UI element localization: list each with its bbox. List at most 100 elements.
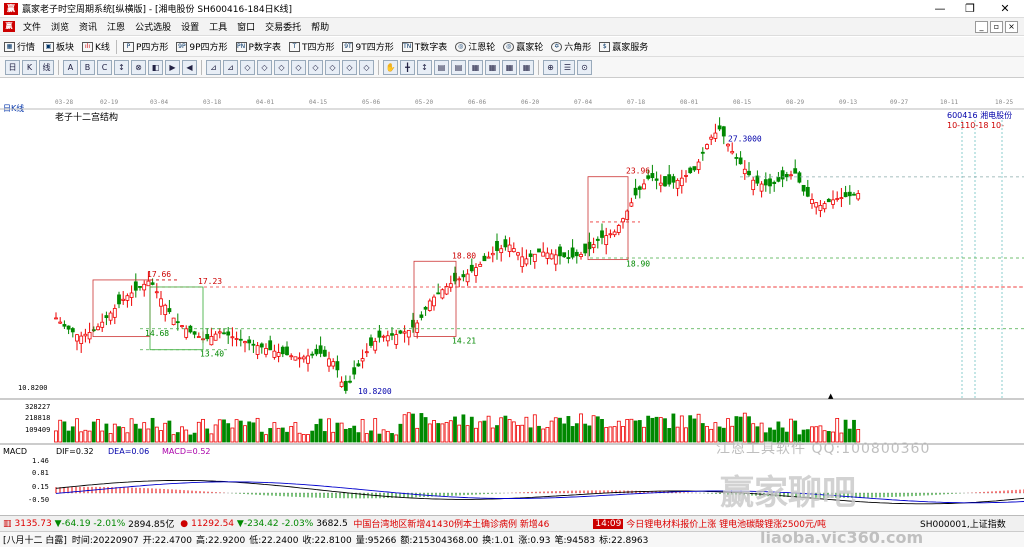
draw-tool-19-icon[interactable]: ◇ <box>342 59 357 75</box>
volume-bar <box>280 427 285 443</box>
draw-tool-16-icon[interactable]: ◇ <box>291 59 306 75</box>
volume-bar <box>411 413 415 443</box>
draw-tool-24-icon[interactable]: ▤ <box>434 59 449 75</box>
quotes-button[interactable]: ▦ 行情 <box>0 40 39 53</box>
volume-bar <box>608 426 613 443</box>
candle-body <box>318 345 323 354</box>
draw-tool-4-icon[interactable]: B <box>80 59 95 75</box>
draw-tool-26-icon[interactable]: ▦ <box>468 59 483 75</box>
draw-tool-10-icon[interactable]: ◀ <box>182 59 197 75</box>
candle-body <box>293 356 298 361</box>
quote-low: 低:22.2400 <box>249 536 299 546</box>
menu-help[interactable]: 帮助 <box>306 20 334 33</box>
level-label: 18.80 <box>452 251 476 260</box>
menu-window[interactable]: 窗口 <box>232 20 260 33</box>
draw-tool-9-icon[interactable]: ▶ <box>165 59 180 75</box>
draw-tool-30-icon[interactable]: ⊕ <box>543 59 558 75</box>
draw-tool-12-icon[interactable]: ⊿ <box>223 59 238 75</box>
volume-bar <box>507 419 512 443</box>
menu-formula[interactable]: 公式选股 <box>130 20 176 33</box>
index-selector[interactable]: SH000001,上证指数 <box>920 517 1006 530</box>
date-tick: 04-15 <box>309 99 328 106</box>
draw-tool-21-icon[interactable]: ✋ <box>383 59 398 75</box>
draw-tool-6-icon[interactable]: ↕ <box>114 59 129 75</box>
9p-square-button[interactable]: 9P 9P四方形 <box>172 40 231 53</box>
t-number-button[interactable]: TN T数字表 <box>398 40 452 53</box>
candle-body <box>457 278 462 281</box>
p-square-button[interactable]: P P四方形 <box>119 40 172 53</box>
menu-file[interactable]: 文件 <box>18 20 46 33</box>
candle-body <box>642 183 646 190</box>
draw-tool-0-icon[interactable]: 日 <box>5 59 20 75</box>
maximize-button[interactable]: ❐ <box>955 0 985 17</box>
candle-body <box>230 336 235 339</box>
9p-square-label: 9P四方形 <box>189 43 228 53</box>
volume-bar <box>570 426 575 443</box>
doc-close-button[interactable]: × <box>1005 21 1018 33</box>
draw-tool-22-icon[interactable]: ╋ <box>400 59 415 75</box>
draw-tool-15-icon[interactable]: ◇ <box>274 59 289 75</box>
draw-tool-25-icon[interactable]: ▤ <box>451 59 466 75</box>
volume-bar <box>398 423 403 443</box>
menu-browse[interactable]: 浏览 <box>46 20 74 33</box>
t-number-label: T数字表 <box>414 43 448 53</box>
draw-tool-13-icon[interactable]: ◇ <box>240 59 255 75</box>
draw-tool-11-icon[interactable]: ⊿ <box>206 59 221 75</box>
p-number-button[interactable]: PN P数字表 <box>232 40 285 53</box>
draw-tool-5-icon[interactable]: C <box>97 59 112 75</box>
draw-tool-32-icon[interactable]: ⊙ <box>577 59 592 75</box>
volume-bar <box>247 421 252 443</box>
draw-tool-28-icon[interactable]: ▦ <box>502 59 517 75</box>
volume-bar <box>289 426 294 443</box>
candle-body <box>108 312 113 321</box>
volume-bar <box>343 428 348 443</box>
date-tick: 03-18 <box>203 99 222 106</box>
menu-info[interactable]: 资讯 <box>74 20 102 33</box>
hexagon-button[interactable]: ✡ 六角形 <box>547 40 595 53</box>
kline-button[interactable]: ılı K线 <box>78 40 114 53</box>
draw-tool-3-icon[interactable]: A <box>63 59 78 75</box>
doc-minimize-button[interactable]: _ <box>975 21 988 33</box>
menu-settings[interactable]: 设置 <box>176 20 204 33</box>
volume-bar <box>495 425 499 443</box>
draw-tool-23-icon[interactable]: ↕ <box>417 59 432 75</box>
menu-tools[interactable]: 工具 <box>204 20 232 33</box>
candle-body <box>663 176 667 187</box>
draw-tool-2-icon[interactable]: 线 <box>39 59 54 75</box>
date-tick: 08-01 <box>680 99 699 106</box>
menu-gann[interactable]: 江恩 <box>102 20 130 33</box>
volume-bar <box>159 430 163 443</box>
t-square-button[interactable]: T T四方形 <box>285 40 339 53</box>
candle-body <box>306 355 310 364</box>
winner-wheel-button[interactable]: ◎ 赢家轮 <box>499 40 547 53</box>
draw-tool-8-icon[interactable]: ◧ <box>148 59 163 75</box>
volume-bar <box>192 432 197 443</box>
candle-body <box>377 330 382 338</box>
draw-tool-29-icon[interactable]: ▦ <box>519 59 534 75</box>
volume-bar <box>251 422 256 443</box>
draw-tool-14-icon[interactable]: ◇ <box>257 59 272 75</box>
service-button[interactable]: $ 赢家服务 <box>595 40 652 53</box>
gann-wheel-button[interactable]: ◎ 江恩轮 <box>451 40 499 53</box>
volume-bar <box>83 429 88 443</box>
draw-tool-17-icon[interactable]: ◇ <box>308 59 323 75</box>
draw-tool-20-icon[interactable]: ◇ <box>359 59 374 75</box>
doc-restore-button[interactable]: ▫ <box>990 21 1003 33</box>
minimize-button[interactable]: — <box>925 0 955 17</box>
volume-axis-1: 328227 <box>25 403 51 411</box>
9t-square-button[interactable]: 9T 9T四方形 <box>338 40 397 53</box>
candle-body <box>83 333 88 337</box>
close-button[interactable]: ✕ <box>990 0 1020 17</box>
draw-tool-18-icon[interactable]: ◇ <box>325 59 340 75</box>
candle-body <box>633 187 638 196</box>
date-tick: 03-04 <box>150 99 169 106</box>
candle-body <box>327 358 331 367</box>
draw-tool-7-icon[interactable]: ⊗ <box>131 59 146 75</box>
draw-tool-27-icon[interactable]: ▦ <box>485 59 500 75</box>
menu-trade[interactable]: 交易委托 <box>260 20 306 33</box>
sector-button[interactable]: ▣ 板块 <box>39 40 78 53</box>
draw-tool-1-icon[interactable]: K <box>22 59 37 75</box>
candle-body <box>54 317 58 320</box>
news-ticker-1[interactable]: 中国台湾地区新增41430例本土确诊病例 新增46 <box>353 517 593 530</box>
draw-tool-31-icon[interactable]: ☰ <box>560 59 575 75</box>
